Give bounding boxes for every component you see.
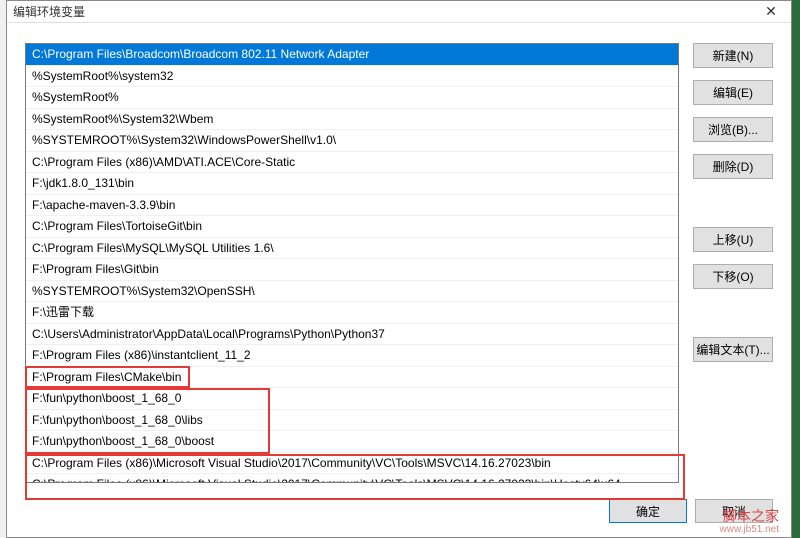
list-item[interactable]: F:\Program Files\Git\bin <box>26 259 678 281</box>
list-item[interactable]: C:\Program Files (x86)\AMD\ATI.ACE\Core-… <box>26 152 678 174</box>
list-item[interactable]: F:\fun\python\boost_1_68_0\boost <box>26 431 678 453</box>
list-item[interactable]: F:\Program Files (x86)\instantclient_11_… <box>26 345 678 367</box>
path-listbox[interactable]: C:\Program Files\Broadcom\Broadcom 802.1… <box>25 43 679 483</box>
dialog-content: C:\Program Files\Broadcom\Broadcom 802.1… <box>7 23 791 493</box>
list-item[interactable]: F:\fun\python\boost_1_68_0 <box>26 388 678 410</box>
button-column: 新建(N) 编辑(E) 浏览(B)... 删除(D) 上移(U) 下移(O) 编… <box>693 43 773 487</box>
list-item[interactable]: F:\apache-maven-3.3.9\bin <box>26 195 678 217</box>
list-item[interactable]: C:\Program Files\TortoiseGit\bin <box>26 216 678 238</box>
list-item[interactable]: %SystemRoot% <box>26 87 678 109</box>
edit-button[interactable]: 编辑(E) <box>693 80 773 105</box>
move-down-button[interactable]: 下移(O) <box>693 264 773 289</box>
move-up-button[interactable]: 上移(U) <box>693 227 773 252</box>
list-item[interactable]: %SystemRoot%\System32\Wbem <box>26 109 678 131</box>
list-item[interactable]: C:\Program Files (x86)\Microsoft Visual … <box>26 474 678 483</box>
list-item[interactable]: F:\迅雷下载 <box>26 302 678 324</box>
delete-button[interactable]: 删除(D) <box>693 154 773 179</box>
close-icon[interactable]: ✕ <box>757 2 785 22</box>
browse-button[interactable]: 浏览(B)... <box>693 117 773 142</box>
edit-text-button[interactable]: 编辑文本(T)... <box>693 337 773 362</box>
list-item[interactable]: F:\fun\python\boost_1_68_0\libs <box>26 410 678 432</box>
list-item[interactable]: C:\Program Files\Broadcom\Broadcom 802.1… <box>26 44 678 66</box>
list-item[interactable]: %SYSTEMROOT%\System32\WindowsPowerShell\… <box>26 130 678 152</box>
environment-variable-dialog: 编辑环境变量 ✕ C:\Program Files\Broadcom\Broad… <box>6 0 792 538</box>
bottom-bar: 确定 取消 <box>7 493 791 537</box>
list-item[interactable]: F:\Program Files\CMake\bin <box>26 367 678 389</box>
list-item[interactable]: C:\Users\Administrator\AppData\Local\Pro… <box>26 324 678 346</box>
list-item[interactable]: %SYSTEMROOT%\System32\OpenSSH\ <box>26 281 678 303</box>
listbox-wrap: C:\Program Files\Broadcom\Broadcom 802.1… <box>25 43 679 487</box>
dialog-title: 编辑环境变量 <box>13 3 757 20</box>
list-item[interactable]: C:\Program Files (x86)\Microsoft Visual … <box>26 453 678 475</box>
titlebar: 编辑环境变量 ✕ <box>7 1 791 23</box>
new-button[interactable]: 新建(N) <box>693 43 773 68</box>
list-item[interactable]: C:\Program Files\MySQL\MySQL Utilities 1… <box>26 238 678 260</box>
ok-button[interactable]: 确定 <box>609 499 687 523</box>
cancel-button[interactable]: 取消 <box>695 499 773 523</box>
list-item[interactable]: %SystemRoot%\system32 <box>26 66 678 88</box>
list-item[interactable]: F:\jdk1.8.0_131\bin <box>26 173 678 195</box>
